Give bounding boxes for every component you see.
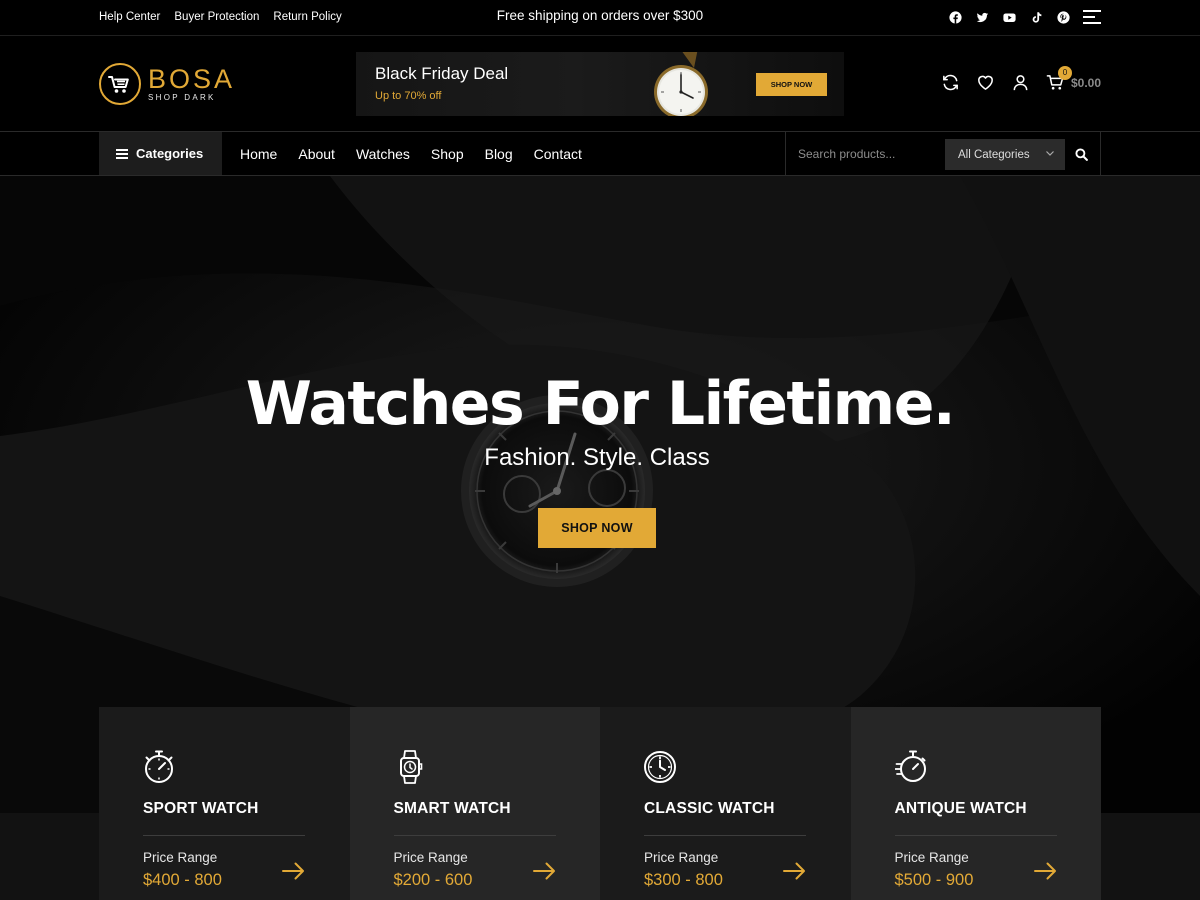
hero-title: Watches For Lifetime.	[245, 369, 956, 439]
price-range: $300 - 800	[644, 871, 723, 889]
mini-cart[interactable]: 0 $0.00	[1046, 66, 1101, 92]
category-name: SPORT WATCH	[143, 800, 259, 817]
divider	[143, 835, 305, 836]
price-label: Price Range	[393, 850, 468, 865]
category-select[interactable]: All Categories	[945, 139, 1065, 170]
category-card-sport[interactable]: SPORT WATCH Price Range $400 - 800	[99, 707, 350, 900]
logo-tagline: SHOP DARK	[148, 92, 216, 102]
clock-icon	[644, 749, 676, 785]
category-name: ANTIQUE WATCH	[894, 800, 1027, 817]
category-card-smart[interactable]: SMART WATCH Price Range $200 - 600	[349, 707, 600, 900]
shopping-cart-icon: 0	[1046, 66, 1072, 92]
menu-icon[interactable]	[1083, 10, 1101, 24]
arrow-right-icon[interactable]	[1033, 861, 1058, 881]
cart-logo-icon	[99, 63, 141, 105]
banner-title: Black Friday Deal	[375, 64, 509, 83]
search-icon	[1074, 148, 1088, 161]
search-input[interactable]	[798, 138, 948, 170]
cart-count-badge: 0	[1057, 66, 1072, 80]
nav-watches[interactable]: Watches	[356, 146, 410, 162]
social-links	[946, 0, 1101, 34]
fast-stopwatch-icon	[894, 749, 927, 785]
compare-icon[interactable]	[941, 73, 960, 92]
search-button[interactable]	[1066, 139, 1096, 170]
nav-menu: Home About Watches Shop Blog Contact	[240, 132, 582, 175]
watch-image	[654, 52, 708, 116]
buyer-protection-link[interactable]: Buyer Protection	[174, 11, 259, 23]
smartwatch-icon	[394, 749, 426, 785]
site-header: BOSA SHOP DARK Black Friday Deal Up to 7…	[0, 36, 1200, 132]
arrow-right-icon[interactable]	[282, 861, 306, 881]
price-label: Price Range	[644, 850, 719, 865]
nav-contact[interactable]: Contact	[534, 146, 582, 162]
category-select-value: All Categories	[958, 148, 1030, 161]
category-name: SMART WATCH	[393, 800, 511, 817]
header-actions: 0 $0.00	[941, 66, 1101, 92]
category-name: CLASSIC WATCH	[644, 800, 775, 817]
banner-subtitle: Up to 70% off	[375, 90, 442, 102]
hero-subtitle: Fashion. Style. Class	[484, 444, 710, 471]
nav-shop[interactable]: Shop	[431, 146, 464, 162]
nav-about[interactable]: About	[298, 146, 335, 162]
top-bar: Help Center Buyer Protection Return Poli…	[0, 0, 1200, 36]
tiktok-icon[interactable]	[1027, 8, 1046, 27]
cart-total: $0.00	[1070, 75, 1101, 90]
banner-shop-now-button[interactable]: SHOP NOW	[756, 73, 827, 96]
logo-name: BOSA	[148, 63, 236, 94]
return-policy-link[interactable]: Return Policy	[273, 11, 341, 23]
price-range: $400 - 800	[143, 871, 222, 889]
chevron-down-icon	[1046, 151, 1054, 156]
price-label: Price Range	[894, 850, 969, 865]
categories-button[interactable]: Categories	[99, 132, 222, 175]
divider	[894, 835, 1057, 836]
twitter-icon[interactable]	[973, 8, 992, 27]
facebook-icon[interactable]	[946, 8, 965, 27]
hamburger-icon	[116, 148, 128, 159]
category-card-antique[interactable]: ANTIQUE WATCH Price Range $500 - 900	[850, 707, 1101, 900]
nav-home[interactable]: Home	[240, 146, 277, 162]
youtube-icon[interactable]	[1000, 8, 1019, 27]
promo-banner[interactable]: Black Friday Deal Up to 70% off SHOP NOW	[356, 52, 844, 116]
wishlist-heart-icon[interactable]	[976, 73, 995, 92]
stopwatch-icon	[143, 749, 175, 785]
category-card-classic[interactable]: CLASSIC WATCH Price Range $300 - 800	[600, 707, 851, 900]
arrow-right-icon[interactable]	[532, 861, 557, 881]
price-range: $200 - 600	[393, 871, 473, 889]
main-navigation: Categories Home About Watches Shop Blog …	[0, 132, 1200, 176]
product-search: All Categories	[785, 132, 1101, 176]
divider	[644, 835, 806, 836]
price-label: Price Range	[143, 850, 218, 865]
arrow-right-icon[interactable]	[783, 861, 807, 881]
top-links: Help Center Buyer Protection Return Poli…	[99, 0, 342, 34]
account-user-icon[interactable]	[1011, 73, 1030, 92]
nav-blog[interactable]: Blog	[485, 146, 513, 162]
logo-text: BOSA SHOP DARK	[148, 63, 236, 103]
pinterest-icon[interactable]	[1054, 8, 1073, 27]
category-cards: SPORT WATCH Price Range $400 - 800 SMART…	[99, 707, 1101, 900]
logo[interactable]: BOSA SHOP DARK	[99, 63, 235, 105]
help-center-link[interactable]: Help Center	[99, 11, 160, 23]
categories-label: Categories	[136, 146, 204, 161]
price-range: $500 - 900	[894, 871, 974, 889]
hero-shop-now-button[interactable]: SHOP NOW	[538, 508, 656, 548]
divider	[393, 835, 556, 836]
